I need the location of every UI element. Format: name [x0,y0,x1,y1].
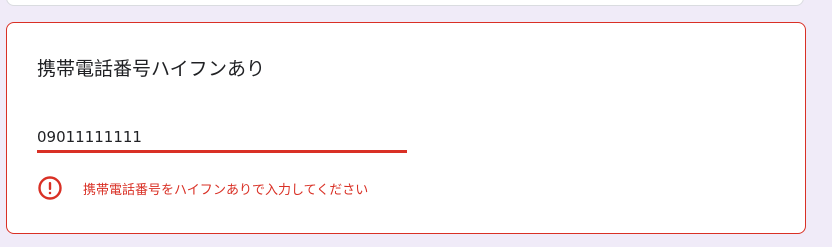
previous-question-card [6,0,804,6]
error-row: 携帯電話番号をハイフンありで入力してください [37,175,368,201]
answer-input[interactable] [37,124,407,150]
input-error-underline [37,150,407,153]
question-card: 携帯電話番号ハイフンあり 携帯電話番号をハイフンありで入力してください [6,22,806,234]
error-icon [38,176,62,200]
error-message: 携帯電話番号をハイフンありで入力してください [83,182,369,198]
question-title: 携帯電話番号ハイフンあり [37,58,266,80]
